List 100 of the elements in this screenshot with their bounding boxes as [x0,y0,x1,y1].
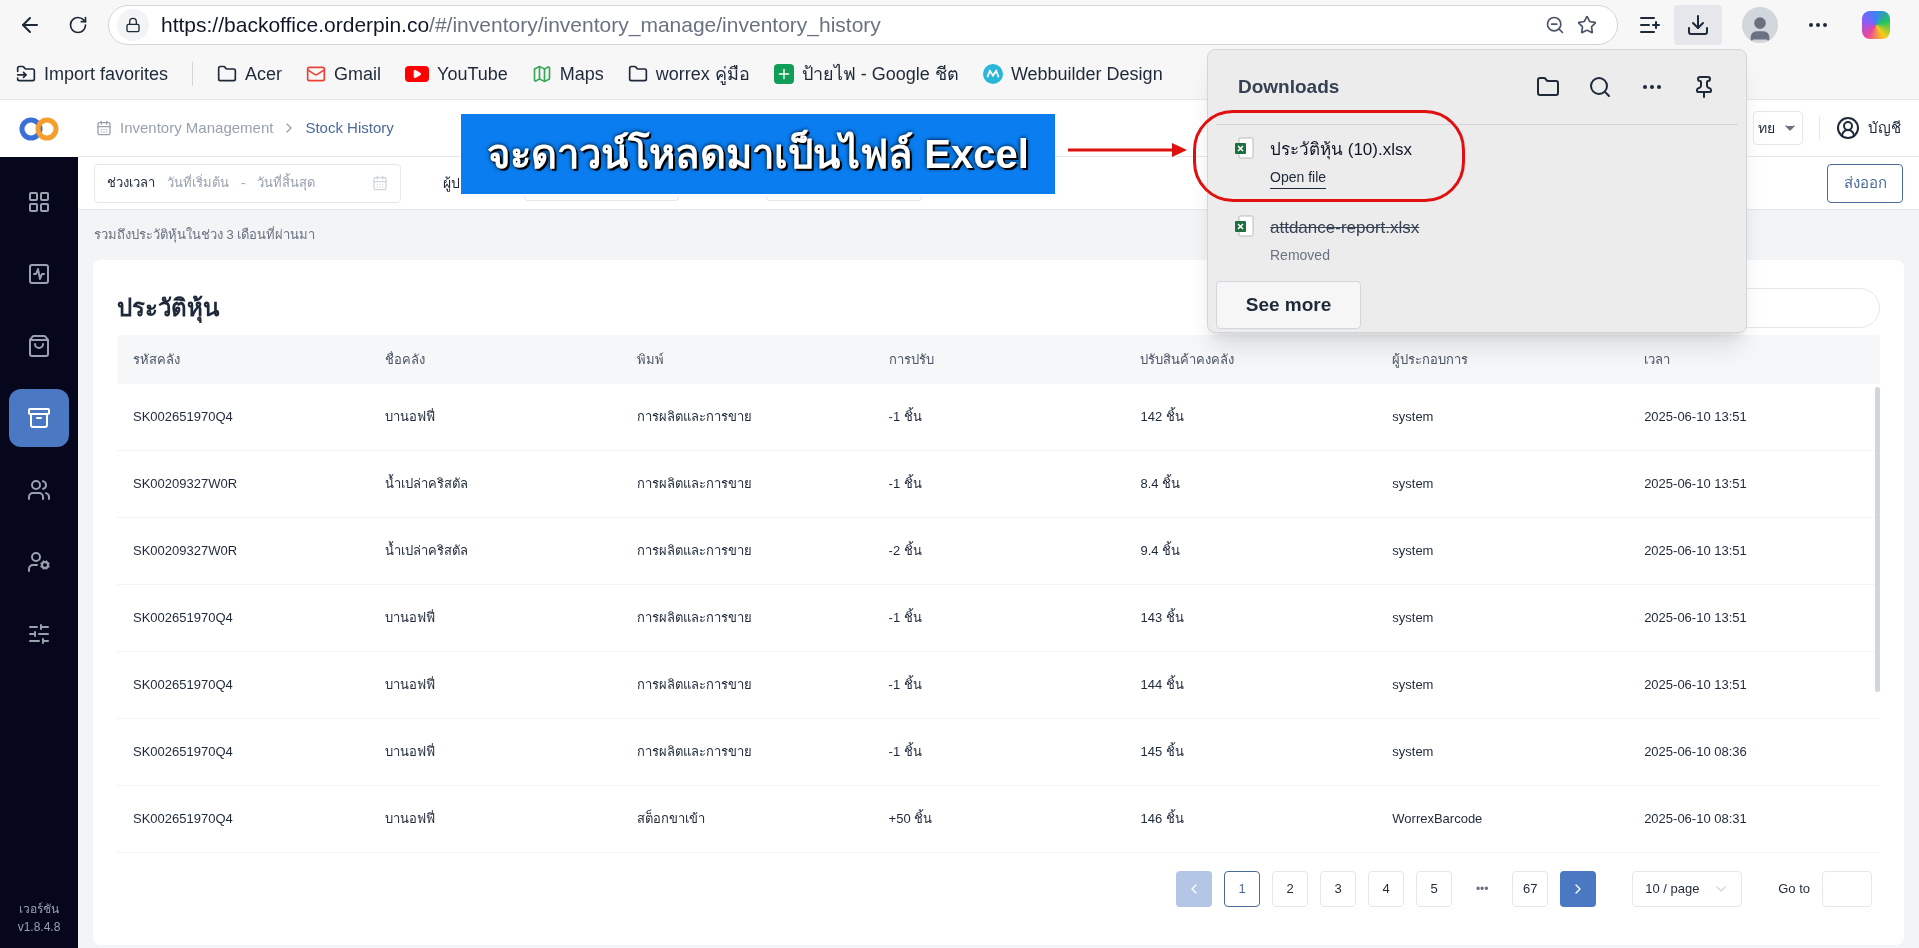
table-cell-text: system [1391,676,1435,695]
bookmark-link[interactable]: ป้ายไฟ - Google ชีต [773,60,959,88]
table-cell-text: system [1391,743,1435,762]
page-button[interactable]: 3 [1320,871,1357,907]
table-cell-text: 2025-06-10 08:31 [1643,810,1748,829]
download-status: Removed [1270,245,1330,265]
folder-icon[interactable] [1536,75,1560,99]
lock-icon [117,8,149,41]
table-cell-text: 145 ชิ้น [1139,742,1185,762]
assistant-icon[interactable] [1862,10,1890,39]
table-cell-text: +50 ชิ้น [887,809,934,829]
table-cell-text: 8.4 ชิ้น [1139,474,1182,494]
table-cell-text: 2025-06-10 08:36 [1643,743,1748,762]
play-icon [405,66,430,82]
table-cell-text: น้ำเปล่าคริสตัล [383,474,469,494]
table-cell-text: บานอฟฟี่ [383,407,436,427]
bag-icon [27,334,51,358]
version-label: เวอร์ชัน [19,901,59,918]
annotation-banner: จะดาวน์โหลดมาเป็นไฟล์ Excel [461,114,1055,194]
account-button[interactable]: บัญชี [1836,116,1901,140]
bookmark-link[interactable]: Acer [217,60,283,88]
bookmark-link[interactable]: Webbuilder Design [982,60,1163,88]
page-button[interactable]: 2 [1272,871,1309,907]
download-filename[interactable]: attdance-report.xlsx [1270,215,1420,241]
language-select[interactable]: ทย [1753,111,1803,145]
profile-avatar[interactable] [1742,6,1778,43]
downloads-button[interactable] [1674,4,1722,45]
goto-field[interactable] [1822,871,1872,907]
column-header: พิมพ์ [635,350,665,369]
sidebar-item[interactable] [9,389,69,447]
table-cell-text: การผลิตและการขาย [635,609,753,628]
column-header: เวลา [1643,350,1672,369]
bookmark-link[interactable]: worrex คู่มือ [627,60,750,88]
select-field[interactable] [524,195,679,201]
table-cell-text: -1 ชิ้น [887,742,923,762]
import-icon [16,64,36,84]
zoom-out-icon[interactable] [1545,14,1565,35]
table-cell-text: system [1391,475,1435,494]
export-button[interactable]: ส่งออก [1827,163,1903,203]
select-field[interactable] [766,195,922,201]
breadcrumb-icon [96,120,112,136]
page-button[interactable]: 67 [1512,871,1549,907]
table-cell-text: -1 ชิ้น [887,675,923,695]
page-button[interactable]: 4 [1368,871,1405,907]
address-bar[interactable]: https://backoffice.orderpin.co/#/inventory/inventory_manage/inventory_history [108,4,1618,45]
table-cell-text: system [1391,542,1435,561]
column-header: ปรับสินค้าคงคลัง [1139,350,1236,369]
table-cell-text: system [1391,408,1435,427]
page-button[interactable]: 5 [1416,871,1453,907]
star-icon[interactable] [1577,14,1597,35]
table-cell-text: 2025-06-10 13:51 [1643,475,1748,494]
spreadsheet-file-icon [1234,137,1254,159]
table-cell-text: 144 ชิ้น [1139,675,1185,695]
scrollbar[interactable] [1875,387,1880,692]
bookmark-link[interactable]: Maps [531,60,604,88]
table-cell-text: 2025-06-10 13:51 [1643,408,1748,427]
archive-icon [27,406,51,430]
column-header: ชื่อคลัง [383,350,426,369]
plus-icon [773,64,794,84]
table-cell-text: SK00209327W0R [132,475,239,494]
table-cell-text: 2025-06-10 13:51 [1643,609,1748,628]
table-cell-text: 2025-06-10 13:51 [1643,676,1748,695]
table-cell-text: การผลิตและการขาย [635,743,753,762]
folder-icon [627,64,648,84]
column-header: การปรับ [887,350,935,369]
next-page-button[interactable] [1560,871,1597,907]
page-button[interactable]: 1 [1224,871,1261,907]
date-range-field[interactable]: ช่วงเวลา วันที่เริ่มต้น - วันที่สิ้นสุด [94,163,401,203]
history-note: รวมถึงประวัติหุ้นในช่วง 3 เดือนที่ผ่านมา [94,225,316,245]
table-cell-text: บานอฟฟี่ [383,809,436,829]
table-cell-text: บานอฟฟี่ [383,675,436,695]
table-cell-text: -2 ชิ้น [887,541,923,561]
page-ellipsis: ••• [1474,881,1490,898]
spreadsheet-file-icon [1234,215,1254,237]
sliders-icon [27,622,51,646]
page-size-select[interactable]: 10 / page [1632,871,1743,907]
see-more-button[interactable]: See more [1216,281,1361,329]
open-file-link[interactable]: Open file [1270,166,1327,189]
table-cell-text: -1 ชิ้น [887,608,923,628]
table-cell-text: 146 ชิ้น [1139,809,1185,829]
users-icon [27,478,51,502]
goto-label: Go to [1778,880,1810,899]
table-cell-text: การผลิตและการขาย [635,475,753,494]
table-cell-text: การผลิตและการขาย [635,542,753,561]
bookmark-link[interactable]: Import favorites [16,60,169,88]
bookmark-link[interactable]: YouTube [405,60,508,88]
column-header: รหัสคลัง [132,350,181,369]
table-cell-text: WorrexBarcode [1391,810,1484,829]
folder-icon [217,64,238,84]
download-filename[interactable]: ประวัติหุ้น (10).xlsx [1270,137,1412,163]
table-cell-text: system [1391,609,1435,628]
search-icon[interactable] [1588,75,1612,99]
logo-icon [982,64,1003,84]
bookmark-link[interactable]: Gmail [306,60,382,88]
table-cell-text: SK002651970Q4 [132,676,234,695]
table-cell-text: -1 ชิ้น [887,474,923,494]
breadcrumb-current: Stock History [305,117,394,138]
table-cell-text: SK002651970Q4 [132,810,234,829]
version-number: v1.8.4.8 [17,919,61,936]
table-cell-text: SK002651970Q4 [132,743,234,762]
